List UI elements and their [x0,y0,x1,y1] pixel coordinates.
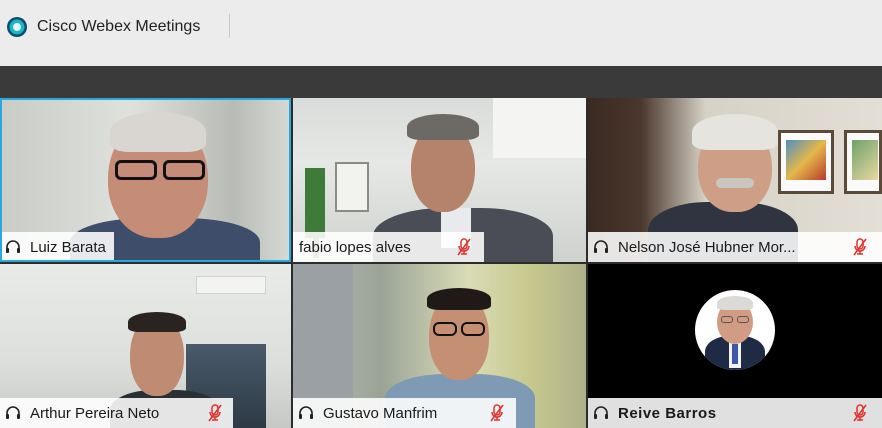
avatar [695,290,775,370]
participant-label: Reive Barros [588,398,882,428]
participant-label: fabio lopes alves [293,232,484,262]
headset-icon [6,240,20,253]
app-title: Cisco Webex Meetings [37,18,201,35]
video-grid: Luiz Barata fabio lopes alves Nelson Jos… [0,98,882,428]
headset-icon [594,240,608,253]
participant-label: Nelson José Hubner Mor... [588,232,882,262]
participant-label: Arthur Pereira Neto [0,398,233,428]
participant-label: Gustavo Manfrim [293,398,516,428]
headset-icon [299,406,313,419]
muted-microphone-icon [208,404,222,422]
video-tile-arthur-pereira-neto[interactable]: Arthur Pereira Neto [0,264,291,428]
participant-name: Reive Barros [618,404,717,422]
video-tile-nelson-jose-hubner[interactable]: Nelson José Hubner Mor... [588,98,882,262]
video-tile-gustavo-manfrim[interactable]: Gustavo Manfrim [293,264,586,428]
video-tile-luiz-barata[interactable]: Luiz Barata [0,98,291,262]
muted-microphone-icon [853,404,867,422]
participant-name: Gustavo Manfrim [323,404,438,422]
muted-microphone-icon [457,238,471,256]
webex-logo-icon [7,17,27,37]
headset-icon [594,406,608,419]
participant-label: Luiz Barata [0,232,114,262]
participant-name: Luiz Barata [30,238,106,256]
participant-name: fabio lopes alves [299,238,411,256]
muted-microphone-icon [490,404,504,422]
video-tile-fabio-lopes-alves[interactable]: fabio lopes alves [293,98,586,262]
muted-microphone-icon [853,238,867,256]
title-divider [229,14,230,38]
title-bar: Cisco Webex Meetings [0,0,882,66]
meeting-toolbar [0,66,882,98]
video-tile-reive-barros[interactable]: Reive Barros [588,264,882,428]
headset-icon [6,406,20,419]
participant-name: Nelson José Hubner Mor... [618,238,796,256]
participant-name: Arthur Pereira Neto [30,404,160,422]
